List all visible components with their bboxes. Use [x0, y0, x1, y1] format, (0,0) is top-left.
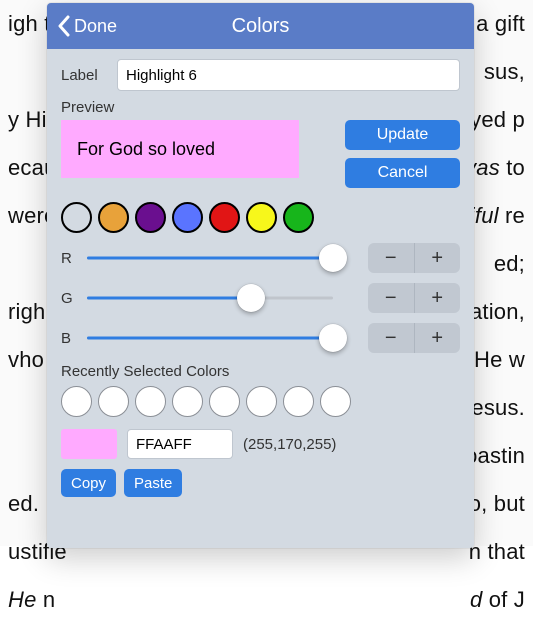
paste-button[interactable]: Paste	[124, 469, 182, 497]
stepper-g-plus[interactable]: +	[415, 283, 461, 313]
copy-button[interactable]: Copy	[61, 469, 116, 497]
slider-label-b: B	[61, 330, 77, 347]
chevron-left-icon	[57, 15, 70, 37]
recent-swatch[interactable]	[246, 386, 277, 417]
stepper-b: −+	[368, 323, 460, 353]
palette-row	[61, 202, 460, 233]
recent-swatch[interactable]	[320, 386, 351, 417]
slider-row-r: R −+	[61, 243, 460, 273]
rgb-readout: (255,170,255)	[243, 436, 336, 453]
stepper-g-minus[interactable]: −	[368, 283, 414, 313]
stepper-r-minus[interactable]: −	[368, 243, 414, 273]
recent-swatch[interactable]	[172, 386, 203, 417]
stepper-r: −+	[368, 243, 460, 273]
recent-row	[61, 386, 460, 417]
preview-caption: Preview	[61, 99, 460, 116]
current-swatch	[61, 429, 117, 459]
palette-swatch-purple[interactable]	[135, 202, 166, 233]
palette-swatch-red[interactable]	[209, 202, 240, 233]
done-label: Done	[74, 16, 117, 37]
recent-swatch[interactable]	[209, 386, 240, 417]
palette-swatch-none[interactable]	[61, 202, 92, 233]
update-button[interactable]: Update	[345, 120, 460, 150]
label-input[interactable]	[117, 59, 460, 91]
palette-swatch-yellow[interactable]	[246, 202, 277, 233]
titlebar: Done Colors	[47, 3, 474, 49]
preview-text: For God so loved	[77, 139, 215, 160]
stepper-b-minus[interactable]: −	[368, 323, 414, 353]
stepper-g: −+	[368, 283, 460, 313]
label-caption: Label	[61, 67, 117, 84]
slider-row-b: B −+	[61, 323, 460, 353]
slider-label-r: R	[61, 250, 77, 267]
colors-panel: Done Colors Label Preview For God so lov…	[47, 3, 474, 548]
palette-swatch-orange[interactable]	[98, 202, 129, 233]
recent-swatch[interactable]	[98, 386, 129, 417]
palette-swatch-green[interactable]	[283, 202, 314, 233]
slider-row-g: G −+	[61, 283, 460, 313]
cancel-button[interactable]: Cancel	[345, 158, 460, 188]
slider-r[interactable]	[87, 244, 333, 272]
done-button[interactable]: Done	[47, 3, 127, 49]
stepper-b-plus[interactable]: +	[415, 323, 461, 353]
palette-swatch-blue[interactable]	[172, 202, 203, 233]
preview-box: For God so loved	[61, 120, 299, 178]
recent-swatch[interactable]	[283, 386, 314, 417]
hex-input[interactable]	[127, 429, 233, 459]
recent-swatch[interactable]	[61, 386, 92, 417]
stepper-r-plus[interactable]: +	[415, 243, 461, 273]
slider-b[interactable]	[87, 324, 333, 352]
recent-caption: Recently Selected Colors	[61, 363, 460, 380]
recent-swatch[interactable]	[135, 386, 166, 417]
slider-g[interactable]	[87, 284, 333, 312]
slider-label-g: G	[61, 290, 77, 307]
